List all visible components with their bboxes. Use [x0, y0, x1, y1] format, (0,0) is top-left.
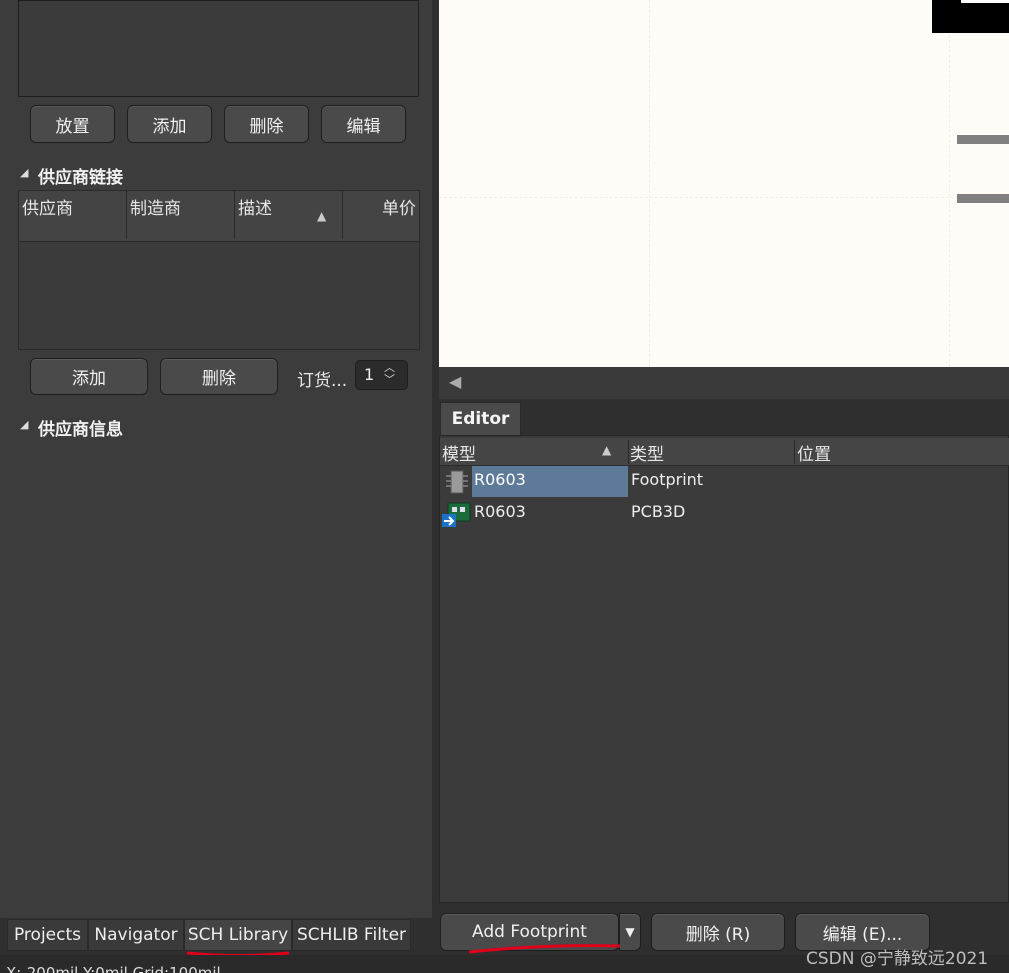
table-row[interactable]: R0603 Footprint [440, 466, 1009, 497]
pin-line [957, 135, 1009, 144]
horizontal-scrollbar[interactable]: ◀ [439, 367, 1009, 399]
watermark: CSDN @宁静致远2021 [806, 949, 989, 969]
component-body-black [932, 0, 1009, 33]
place-button[interactable]: 放置 [30, 105, 115, 143]
chevron-down-icon: ▼ [625, 925, 635, 939]
collapse-triangle-icon[interactable]: ◢ [20, 418, 28, 431]
editor-delete-button[interactable]: 删除 (R) [651, 913, 785, 951]
schematic-canvas[interactable] [439, 0, 1009, 367]
scroll-left-icon[interactable]: ◀ [449, 372, 461, 391]
tab-schlib-filter[interactable]: SCHLIB Filter [292, 919, 411, 951]
column-location[interactable]: 位置 [797, 440, 831, 465]
tab-navigator[interactable]: Navigator [88, 919, 184, 951]
column-unit-price-label: 单价 [382, 199, 416, 219]
collapse-triangle-icon[interactable]: ◢ [20, 166, 28, 179]
order-quantity-spinner[interactable]: 1 ︿ ﹀ [355, 360, 408, 390]
row-model: R0603 [474, 470, 526, 489]
column-model-label: 模型 [442, 445, 476, 465]
component-list-box[interactable] [18, 0, 419, 97]
supplier-info-title: 供应商信息 [38, 420, 123, 440]
column-model[interactable]: 模型 ▲ [442, 440, 629, 465]
footprint-chip-icon [444, 469, 470, 495]
sort-up-icon: ▲ [317, 209, 327, 223]
red-underline-annotation [468, 944, 621, 954]
tab-projects[interactable]: Projects [7, 919, 88, 951]
tab-sch-library[interactable]: SCH Library [184, 919, 292, 951]
column-unit-price[interactable]: 单价 [343, 191, 419, 239]
row-type: Footprint [631, 470, 704, 489]
supplier-add-button[interactable]: 添加 [30, 358, 148, 395]
supplier-links-title: 供应商链接 [38, 168, 123, 188]
add-footprint-label: Add Footprint [472, 922, 587, 942]
pin-line [957, 194, 1009, 203]
column-description[interactable]: 描述 ▲ [235, 191, 343, 239]
column-supplier[interactable]: 供应商 [19, 191, 127, 239]
table-row[interactable]: R0603 PCB3D [440, 498, 1009, 529]
row-type: PCB3D [631, 502, 686, 521]
status-text: X:-200mil Y:0mil Grid:100mil [6, 964, 221, 973]
delete-button[interactable]: 删除 [224, 105, 309, 143]
sort-up-icon: ▲ [602, 443, 612, 457]
tab-editor-label: Editor [451, 409, 510, 429]
order-label: 订货... [297, 371, 348, 391]
row-model: R0603 [474, 502, 526, 521]
supplier-links-grid: 供应商 制造商 描述 ▲ 单价 [18, 190, 420, 350]
tab-editor[interactable]: Editor [440, 402, 521, 435]
supplier-delete-button[interactable]: 删除 [160, 358, 278, 395]
spinner-updown-icon[interactable]: ︿ ﹀ [384, 362, 395, 386]
add-button[interactable]: 添加 [127, 105, 212, 143]
pcb3d-icon [442, 501, 472, 529]
column-type[interactable]: 类型 [630, 440, 795, 465]
edit-button[interactable]: 编辑 [321, 105, 406, 143]
order-quantity-value: 1 [364, 365, 375, 384]
column-description-label: 描述 [238, 199, 272, 219]
column-manufacturer[interactable]: 制造商 [127, 191, 235, 239]
